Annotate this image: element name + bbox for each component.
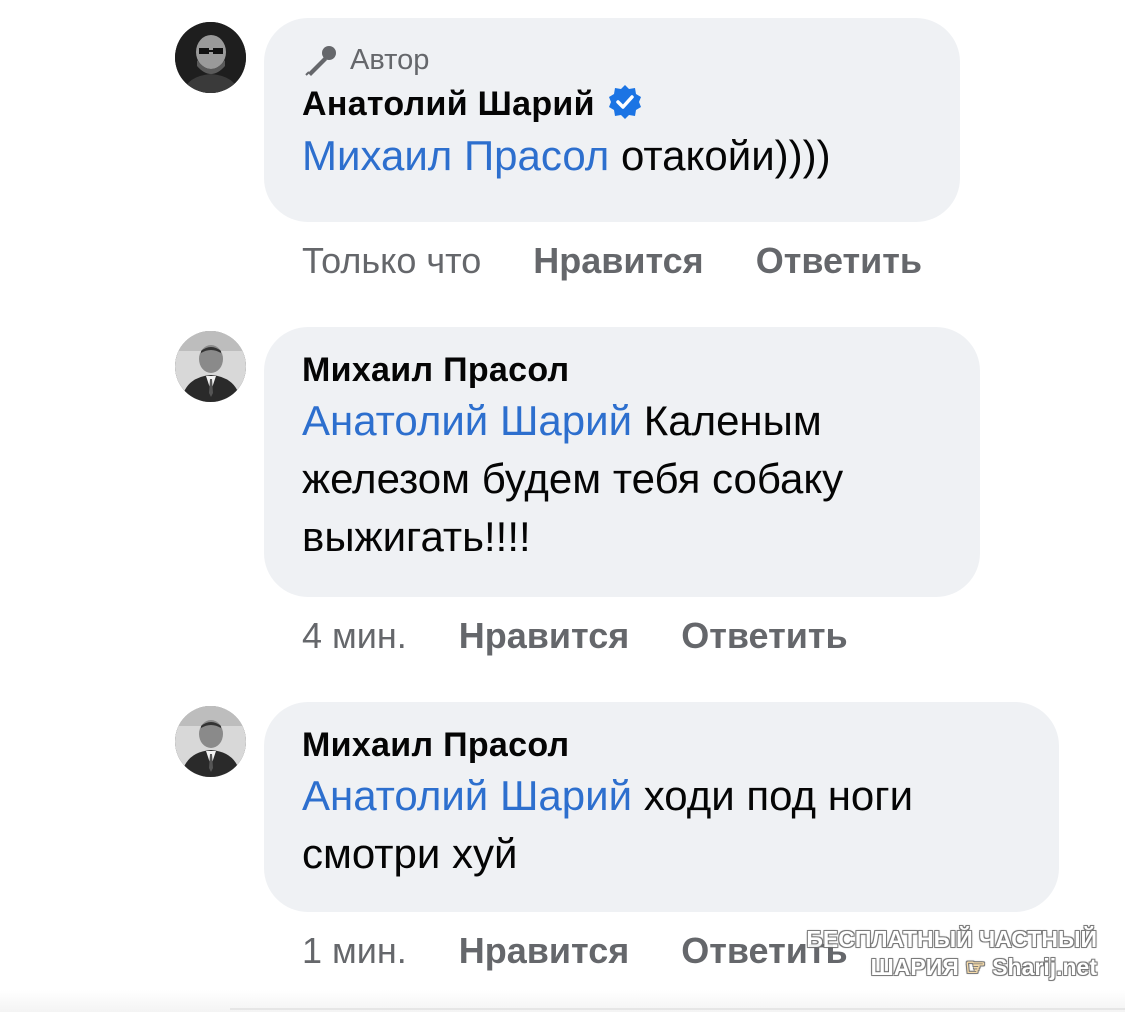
mention-link[interactable]: Анатолий Шарий	[302, 397, 632, 444]
watermark: БЕСПЛАТНЫЙ ЧАСТНЫЙ ШАРИЯ ☞ Sharij.net	[806, 925, 1097, 981]
reply-button[interactable]: Ответить	[756, 240, 922, 282]
comment-author-name[interactable]: Михаил Прасол	[302, 351, 569, 390]
author-badge: Автор	[302, 42, 922, 78]
comment-meta: 1 мин. Нравится Ответить	[302, 930, 848, 972]
comment-text: Анатолий Шарий Каленым железом будем теб…	[302, 392, 952, 566]
pointing-hand-icon: ☞	[965, 954, 986, 980]
comment-timestamp: 1 мин.	[302, 930, 407, 971]
comment-timestamp: 4 мин.	[302, 615, 407, 656]
avatar-mikhail-prasol[interactable]	[175, 706, 246, 777]
watermark-line-2-right: Sharij.net	[992, 954, 1097, 980]
comment-bubble: Михаил Прасол Анатолий Шарий Каленым жел…	[264, 327, 980, 597]
reply-button[interactable]: Ответить	[681, 615, 847, 657]
comment-meta: 4 мин. Нравится Ответить	[302, 615, 848, 657]
like-button[interactable]: Нравится	[459, 930, 629, 972]
comment-meta: Только что Нравится Ответить	[302, 240, 922, 282]
comment-body: отакойи))))	[609, 132, 831, 179]
watermark-line-2-left: ШАРИЯ	[870, 954, 959, 980]
comment-bubble: Автор Анатолий Шарий Михаил Прасол отако…	[264, 18, 960, 222]
watermark-line-1: БЕСПЛАТНЫЙ ЧАСТНЫЙ	[806, 926, 1097, 952]
comment-timestamp: Только что	[302, 240, 482, 281]
comment-author-name[interactable]: Михаил Прасол	[302, 726, 569, 765]
verified-check-icon	[607, 84, 643, 125]
comment-bubble: Михаил Прасол Анатолий Шарий ходи под но…	[264, 702, 1059, 912]
like-button[interactable]: Нравится	[533, 240, 703, 282]
avatar-mikhail-prasol[interactable]	[175, 331, 246, 402]
mention-link[interactable]: Михаил Прасол	[302, 132, 609, 179]
mention-link[interactable]: Анатолий Шарий	[302, 772, 632, 819]
comment-author-name[interactable]: Анатолий Шарий	[302, 85, 595, 124]
author-badge-label: Автор	[350, 43, 430, 76]
divider	[230, 1008, 1125, 1010]
microphone-icon	[302, 42, 340, 78]
like-button[interactable]: Нравится	[459, 615, 629, 657]
comment-text: Михаил Прасол отакойи))))	[302, 127, 922, 185]
comment-text: Анатолий Шарий ходи под ноги смотри хуй	[302, 767, 1032, 883]
avatar-anatoly-shariy[interactable]	[175, 22, 246, 93]
